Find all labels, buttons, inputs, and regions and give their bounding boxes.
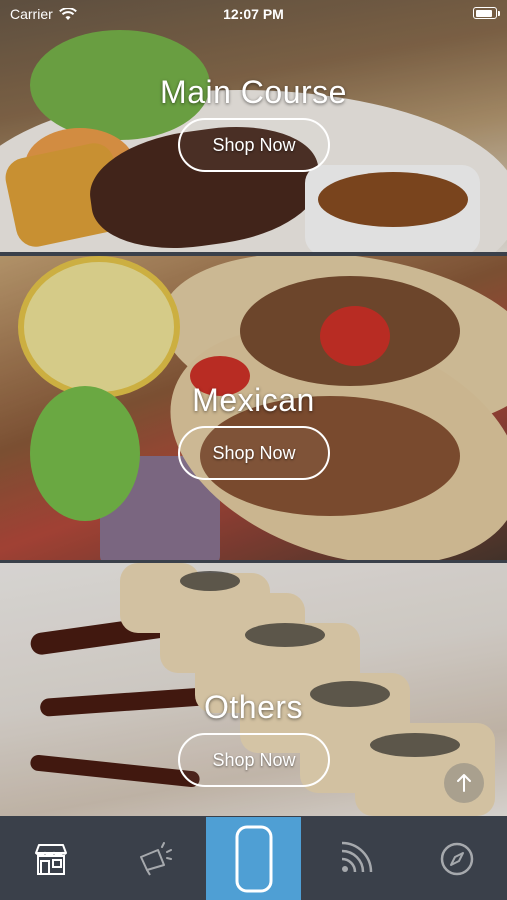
store-icon: [34, 843, 67, 875]
battery-icon: [473, 7, 500, 19]
category-others[interactable]: Others Shop Now: [0, 563, 507, 816]
category-title: Others: [203, 689, 304, 725]
phone-outline-icon: [235, 825, 272, 892]
battery-level: [475, 9, 493, 17]
tab-feed[interactable]: [304, 817, 405, 900]
compass-icon: [440, 842, 473, 875]
tab-bar: [0, 817, 507, 900]
clock: 12:07 PM: [223, 6, 284, 22]
status-bar: Carrier 12:07 PM: [0, 0, 507, 28]
category-main-course[interactable]: Main Course Shop Now: [0, 0, 507, 252]
rss-icon: [341, 841, 372, 872]
tab-promotions[interactable]: [103, 817, 204, 900]
tab-home[interactable]: [206, 817, 301, 900]
tab-explore[interactable]: [406, 817, 507, 900]
shop-now-button[interactable]: Shop Now: [178, 426, 330, 480]
scroll-to-top-button[interactable]: [444, 763, 484, 803]
category-title: Main Course: [160, 74, 347, 110]
tab-store[interactable]: [0, 817, 101, 900]
shop-now-button[interactable]: Shop Now: [178, 733, 330, 787]
megaphone-icon: [139, 841, 172, 876]
arrow-up-icon: [457, 774, 471, 792]
category-mexican[interactable]: Mexican Shop Now: [0, 256, 507, 560]
shop-now-button[interactable]: Shop Now: [178, 118, 330, 172]
category-title: Mexican: [192, 382, 315, 418]
